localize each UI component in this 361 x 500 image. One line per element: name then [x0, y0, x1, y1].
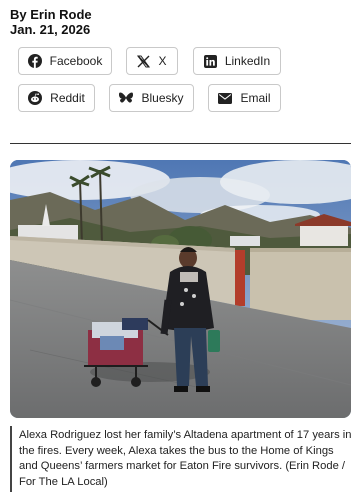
share-facebook-button[interactable]: Facebook: [18, 47, 112, 75]
share-bluesky-label: Bluesky: [141, 91, 184, 105]
share-x-button[interactable]: X: [126, 47, 178, 75]
reddit-icon: [28, 91, 43, 105]
facebook-icon: [27, 54, 42, 68]
caption-rule: [10, 426, 12, 492]
section-divider: [10, 143, 351, 144]
share-email-label: Email: [240, 91, 271, 105]
article-photo[interactable]: [10, 160, 351, 418]
photo-caption: Alexa Rodriguez lost her family’s Altade…: [19, 429, 352, 488]
share-x-label: X: [158, 54, 167, 68]
bluesky-butterfly-icon: [119, 92, 134, 105]
share-reddit-button[interactable]: Reddit: [18, 84, 95, 112]
share-facebook-label: Facebook: [49, 54, 103, 68]
share-email-button[interactable]: Email: [208, 84, 281, 112]
author-name: By Erin Rode: [10, 7, 92, 22]
envelope-icon: [218, 92, 233, 104]
share-linkedin-button[interactable]: LinkedIn: [193, 47, 281, 75]
linkedin-icon: [203, 54, 217, 68]
share-linkedin-label: LinkedIn: [224, 54, 271, 68]
publish-date: Jan. 21, 2026: [10, 22, 91, 37]
x-icon: [137, 55, 151, 68]
share-bluesky-button[interactable]: Bluesky: [109, 84, 194, 112]
byline: By Erin Rode Jan. 21, 2026: [10, 7, 92, 37]
share-reddit-label: Reddit: [50, 91, 85, 105]
